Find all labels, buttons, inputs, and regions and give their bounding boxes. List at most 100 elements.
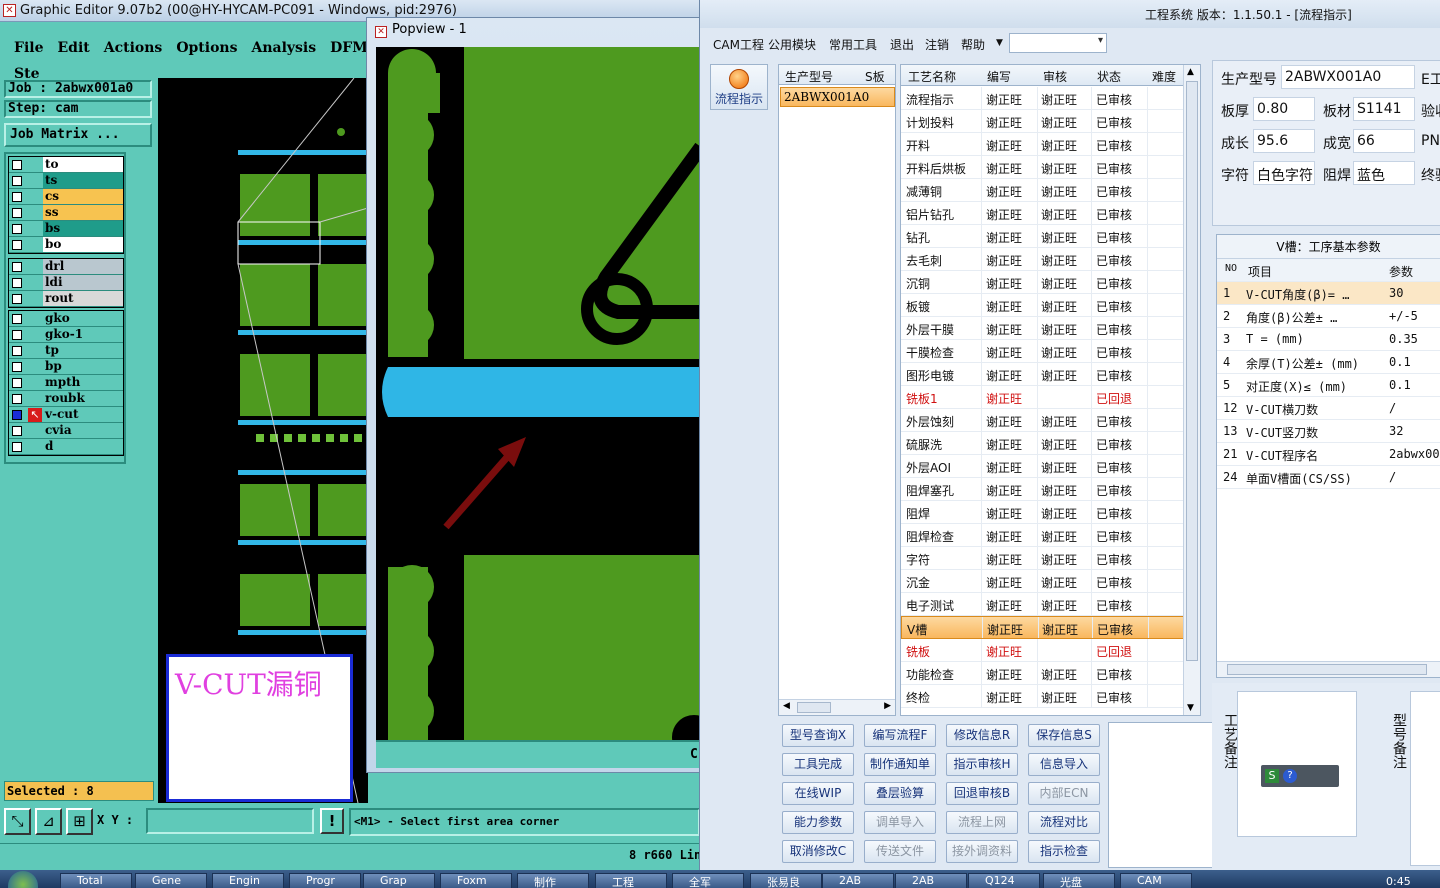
module-combo[interactable]: [1009, 33, 1107, 53]
layer-row-ts[interactable]: ts: [9, 173, 123, 189]
action-button[interactable]: 传送文件: [864, 840, 936, 863]
taskbar-item[interactable]: Grap: [363, 873, 435, 888]
layer-row-bp[interactable]: bp: [9, 359, 123, 375]
process-row[interactable]: 沉铜 谢正旺 谢正旺 已审核: [901, 271, 1185, 294]
col-reviewer[interactable]: 审核: [1043, 68, 1067, 85]
taskbar-item[interactable]: 制作: [517, 873, 589, 888]
process-row[interactable]: 电子测试 谢正旺 谢正旺 已审核: [901, 593, 1185, 616]
layer-row-roubk[interactable]: roubk: [9, 391, 123, 407]
product-row[interactable]: 2ABWX001A0: [780, 87, 895, 107]
action-button[interactable]: 修改信息R: [946, 724, 1018, 747]
vcut-param-row[interactable]: 12 V-CUT横刀数 /: [1217, 397, 1440, 420]
process-row[interactable]: 终检 谢正旺 谢正旺 已审核: [901, 685, 1185, 708]
process-row[interactable]: 去毛刺 谢正旺 谢正旺 已审核: [901, 248, 1185, 271]
action-button[interactable]: 指示检查: [1028, 840, 1100, 863]
process-row[interactable]: 板镀 谢正旺 谢正旺 已审核: [901, 294, 1185, 317]
process-row[interactable]: 硫脲洗 谢正旺 谢正旺 已审核: [901, 432, 1185, 455]
ime-s-icon[interactable]: S: [1265, 769, 1279, 783]
help-icon[interactable]: ?: [1283, 769, 1297, 783]
action-button[interactable]: 流程上网: [946, 811, 1018, 834]
menu-actions[interactable]: Actions: [104, 40, 163, 56]
action-button[interactable]: 型号查询X: [782, 724, 854, 747]
col-status[interactable]: 状态: [1097, 68, 1121, 85]
material-field[interactable]: S1141: [1353, 97, 1415, 121]
menu-cam-project[interactable]: CAM工程: [713, 36, 764, 53]
action-button[interactable]: 编写流程F: [864, 724, 936, 747]
layer-row-cs[interactable]: cs: [9, 189, 123, 205]
process-row[interactable]: 外层AOI 谢正旺 谢正旺 已审核: [901, 455, 1185, 478]
layer-checkbox[interactable]: [12, 192, 22, 202]
action-button[interactable]: 制作通知单: [864, 753, 936, 776]
menu-edit[interactable]: Edit: [57, 40, 89, 56]
taskbar-item[interactable]: 2AB: [822, 873, 894, 888]
layer-checkbox[interactable]: [12, 394, 22, 404]
menu-common-tools[interactable]: 常用工具: [829, 36, 877, 53]
action-button[interactable]: 接外调资料: [946, 840, 1018, 863]
thickness-field[interactable]: 0.80: [1253, 97, 1315, 121]
process-vscroll[interactable]: ▲ ▼: [1183, 65, 1200, 715]
action-button[interactable]: 信息导入: [1028, 753, 1100, 776]
action-button[interactable]: 指示审核H: [946, 753, 1018, 776]
layer-row-rout[interactable]: rout: [9, 291, 123, 307]
taskbar-item[interactable]: 张易良: [750, 873, 822, 888]
layer-row-cvia[interactable]: cvia: [9, 423, 123, 439]
process-row[interactable]: 流程指示 谢正旺 谢正旺 已审核: [901, 87, 1185, 110]
product-hscroll[interactable]: ◀ ▶: [779, 699, 895, 715]
layer-checkbox[interactable]: [12, 426, 22, 436]
action-button[interactable]: 内部ECN: [1028, 782, 1100, 805]
job-matrix-button[interactable]: Job Matrix ...: [4, 123, 152, 147]
model-field[interactable]: 2ABWX001A0: [1281, 65, 1415, 89]
action-button[interactable]: 调单导入: [864, 811, 936, 834]
xy-input[interactable]: [146, 808, 314, 834]
vcut-param-row[interactable]: 24 单面V槽面(CS/SS) /: [1217, 466, 1440, 489]
menu-file[interactable]: File: [14, 40, 43, 56]
col-process-name[interactable]: 工艺名称: [908, 68, 956, 85]
layer-checkbox[interactable]: [12, 240, 22, 250]
action-button[interactable]: 在线WIP: [782, 782, 854, 805]
taskbar-item[interactable]: 2AB: [895, 873, 967, 888]
vcut-param-row[interactable]: 2 角度(β)公差± … +/-5: [1217, 305, 1440, 328]
process-row[interactable]: 减薄铜 谢正旺 谢正旺 已审核: [901, 179, 1185, 202]
process-row[interactable]: 沉金 谢正旺 谢正旺 已审核: [901, 570, 1185, 593]
col-writer[interactable]: 编写: [987, 68, 1011, 85]
process-row[interactable]: 铝片钻孔 谢正旺 谢正旺 已审核: [901, 202, 1185, 225]
layer-checkbox[interactable]: [12, 294, 22, 304]
taskbar-item[interactable]: Engin: [212, 873, 284, 888]
col-s-board[interactable]: S板: [865, 68, 885, 85]
process-note-box[interactable]: [1237, 691, 1357, 837]
process-row[interactable]: 铣板1 谢正旺 已回退: [901, 386, 1185, 409]
vcut-param-row[interactable]: 4 余厚(T)公差± (mm) 0.1: [1217, 351, 1440, 374]
zoom-area-icon[interactable]: ⤡: [4, 808, 31, 835]
action-button[interactable]: 工具完成: [782, 753, 854, 776]
vcut-param-row[interactable]: 1 V-CUT角度(β)= … 30: [1217, 282, 1440, 305]
process-row[interactable]: 外层干膜 谢正旺 谢正旺 已审核: [901, 317, 1185, 340]
process-row[interactable]: 阻焊检查 谢正旺 谢正旺 已审核: [901, 524, 1185, 547]
layer-checkbox[interactable]: [12, 224, 22, 234]
taskbar-item[interactable]: Total: [60, 873, 132, 888]
measure-icon[interactable]: ⊿: [35, 808, 62, 835]
help-dropdown-icon[interactable]: ▼: [996, 38, 1003, 48]
col-difficulty[interactable]: 难度: [1152, 68, 1176, 85]
vcut-param-row[interactable]: 21 V-CUT程序名 2abwx001: [1217, 443, 1440, 466]
taskbar-item[interactable]: Progr: [289, 873, 361, 888]
ime-toolbar[interactable]: S ?: [1261, 765, 1339, 787]
char-field[interactable]: 白色字符: [1253, 161, 1315, 185]
action-button[interactable]: 保存信息S: [1028, 724, 1100, 747]
process-row[interactable]: 字符 谢正旺 谢正旺 已审核: [901, 547, 1185, 570]
layer-row-bo[interactable]: bo: [9, 237, 123, 253]
layer-checkbox[interactable]: [12, 278, 22, 288]
menu-dfm[interactable]: DFM: [330, 40, 368, 56]
taskbar-item[interactable]: Q124: [968, 873, 1040, 888]
vcut-hscroll[interactable]: [1217, 661, 1440, 677]
process-row[interactable]: 阻焊塞孔 谢正旺 谢正旺 已审核: [901, 478, 1185, 501]
process-row[interactable]: 功能检查 谢正旺 谢正旺 已审核: [901, 662, 1185, 685]
process-row[interactable]: 干膜检查 谢正旺 谢正旺 已审核: [901, 340, 1185, 363]
process-row[interactable]: 钻孔 谢正旺 谢正旺 已审核: [901, 225, 1185, 248]
model-note-box[interactable]: [1410, 691, 1440, 866]
action-button[interactable]: 能力参数: [782, 811, 854, 834]
menu-options[interactable]: Options: [176, 40, 237, 56]
popview-canvas[interactable]: [376, 47, 701, 740]
menu-logout[interactable]: 注销: [925, 36, 949, 53]
action-button[interactable]: 回退审核B: [946, 782, 1018, 805]
mask-field[interactable]: 蓝色: [1353, 161, 1415, 185]
